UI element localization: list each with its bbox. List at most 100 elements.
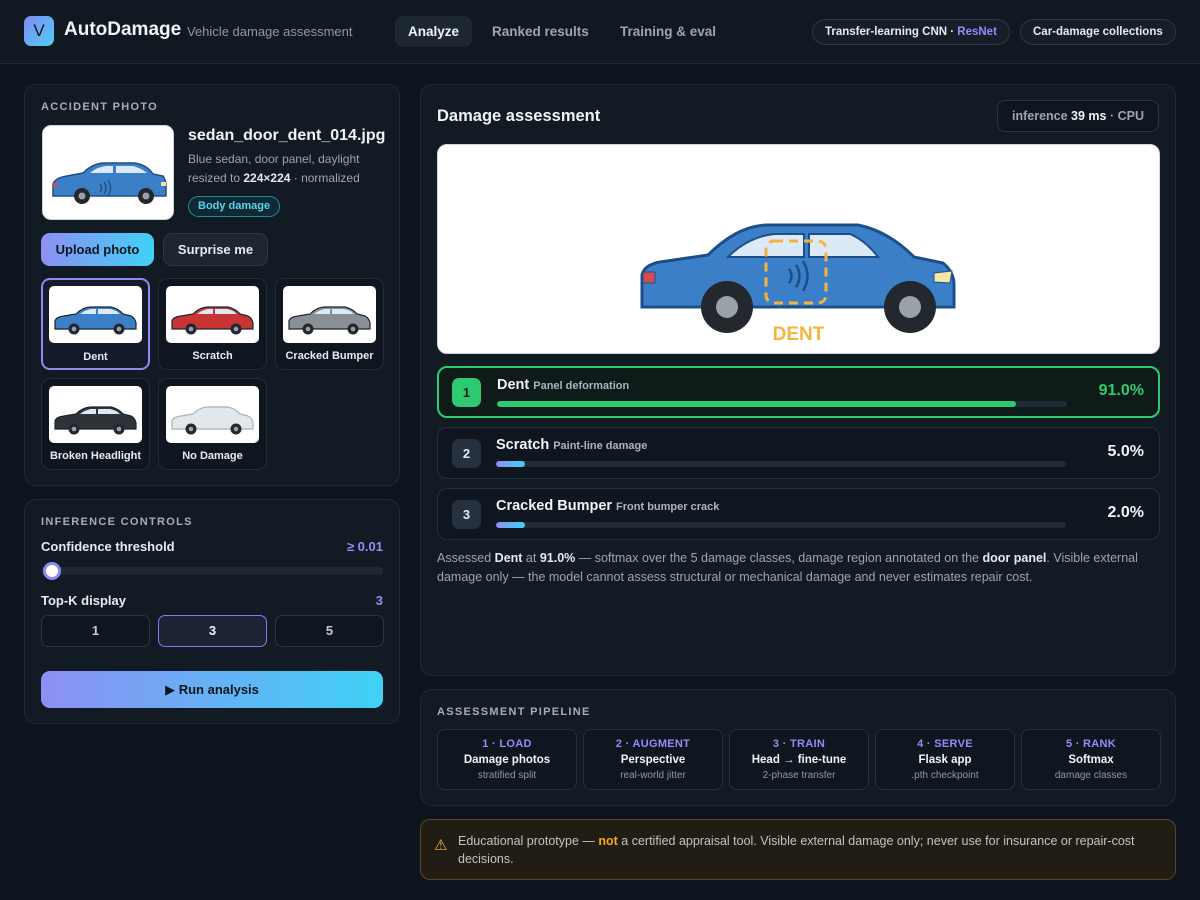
inference-prefix: inference: [1011, 109, 1072, 123]
sample-thumbnail: [49, 386, 142, 443]
sample-photo-scratch[interactable]: Scratch: [158, 278, 267, 370]
nav-ranked-results[interactable]: Ranked results: [479, 16, 602, 47]
result-class: Scratch: [496, 437, 550, 453]
resize-suffix: · normalized: [290, 171, 360, 185]
sample-label: Dent: [83, 351, 108, 363]
step-title: Damage photos: [463, 754, 551, 766]
step-number: 1 · LOAD: [482, 738, 532, 750]
collections-pill[interactable]: Car-damage collections: [1020, 19, 1176, 45]
damage-region-label: DENT: [772, 324, 825, 345]
threshold-label: Confidence threshold: [41, 539, 175, 554]
disclaimer-text: Educational prototype — not a certified …: [458, 832, 1158, 868]
step-subtitle: damage classes: [1054, 770, 1128, 781]
photo-filename: sedan_door_dent_014.jpg: [188, 127, 386, 144]
annotated-car-image: [640, 223, 956, 333]
damage-assessment-panel: Damage assessment inference 39 ms · CPU …: [420, 84, 1176, 676]
step-number: 2 · AUGMENT: [615, 738, 691, 750]
threshold-value: ≥ 0.01: [346, 539, 383, 554]
summary-part: — softmax over the 5 damage classes, dam…: [575, 551, 983, 565]
section-title-pipeline: ASSESSMENT PIPELINE: [437, 706, 591, 718]
pipeline-step-1: 1 · LOAD Damage photos stratified split: [437, 729, 577, 790]
summary-part: Dent: [494, 551, 523, 565]
nav-training-eval[interactable]: Training & eval: [607, 16, 729, 47]
sample-thumbnail: [166, 386, 259, 443]
model-pill[interactable]: Transfer-learning CNN · ResNet: [812, 19, 1010, 45]
summary-part: Assessed: [437, 551, 495, 565]
topk-option-3[interactable]: 3: [158, 615, 267, 647]
result-subtitle: Paint-line damage: [553, 440, 648, 452]
disclaimer-emphasis: not: [598, 834, 618, 848]
sample-label: Cracked Bumper: [285, 350, 374, 362]
step-number: 3 · TRAIN: [772, 738, 826, 750]
confidence-bar-fill: [496, 461, 525, 467]
photo-resize-info: resized to 224×224 · normalized: [188, 171, 360, 185]
sample-car-image: [54, 306, 137, 335]
inference-ms: 39 ms: [1071, 109, 1107, 123]
result-row-scratch[interactable]: 2 Scratch Paint-line damage 5.0%: [437, 427, 1160, 479]
topk-label: Top-K display: [41, 593, 126, 608]
sample-label: Broken Headlight: [49, 450, 142, 462]
step-subtitle: stratified split: [477, 770, 537, 781]
confidence-percent: 2.0%: [1107, 504, 1144, 521]
accident-photo-panel: ACCIDENT PHOTO sedan_door_dent_014.jpg B…: [24, 84, 400, 486]
threshold-slider-track[interactable]: [41, 567, 383, 575]
step-number: 4 · SERVE: [917, 738, 973, 750]
threshold-slider-thumb[interactable]: [43, 562, 62, 580]
confidence-bar: [496, 522, 1066, 528]
sample-photo-broken-headlight[interactable]: Broken Headlight: [41, 378, 150, 470]
result-class: Cracked Bumper: [496, 498, 613, 514]
result-name: Dent Panel deformation: [497, 377, 629, 393]
assessment-pipeline-panel: ASSESSMENT PIPELINE 1 · LOAD Damage photo…: [420, 689, 1176, 806]
confidence-percent: 5.0%: [1107, 443, 1144, 460]
sample-photo-no-damage[interactable]: No Damage: [158, 378, 267, 470]
sample-car-image: [171, 406, 254, 435]
resize-size: 224×224: [243, 171, 291, 185]
surprise-me-button[interactable]: Surprise me: [163, 233, 268, 266]
confidence-bar-fill: [496, 522, 525, 528]
section-title-controls: INFERENCE CONTROLS: [41, 516, 193, 528]
result-row-dent[interactable]: 1 Dent Panel deformation 91.0%: [437, 366, 1160, 418]
rank-badge: 3: [452, 500, 481, 529]
topk-option-5[interactable]: 5: [275, 615, 384, 647]
topk-value: 3: [375, 593, 383, 608]
section-title-photo: ACCIDENT PHOTO: [41, 101, 159, 113]
photo-description: Blue sedan, door panel, daylight: [188, 152, 360, 166]
sample-label: Scratch: [192, 350, 233, 362]
result-row-cracked-bumper[interactable]: 3 Cracked Bumper Front bumper crack 2.0%: [437, 488, 1160, 540]
step-subtitle: real-world jitter: [620, 770, 686, 781]
sample-car-image: [54, 406, 137, 435]
nav-analyze[interactable]: Analyze: [395, 16, 473, 47]
run-analysis-button[interactable]: ▶ Run analysis: [41, 671, 383, 708]
sample-car-image: [171, 306, 254, 335]
pipeline-step-5: 5 · RANK Softmax damage classes: [1021, 729, 1161, 790]
confidence-bar: [497, 401, 1067, 407]
step-title: Flask app: [918, 754, 972, 766]
sample-thumbnail: [49, 286, 142, 343]
topk-option-1[interactable]: 1: [41, 615, 150, 647]
step-number: 5 · RANK: [1065, 738, 1117, 750]
top-bar: V AutoDamage Vehicle damage assessment A…: [0, 0, 1200, 64]
disclaimer-prefix: Educational prototype —: [458, 834, 599, 848]
step-title: Head → fine-tune: [751, 754, 847, 766]
sample-photo-cracked-bumper[interactable]: Cracked Bumper: [275, 278, 384, 370]
summary-part: door panel: [982, 551, 1047, 565]
confidence-bar: [496, 461, 1066, 467]
car-preview-image: [52, 162, 167, 204]
assessment-title: Damage assessment: [437, 107, 601, 125]
model-pill-accent: ResNet: [957, 26, 997, 38]
pipeline-step-3: 3 · TRAIN Head → fine-tune 2-phase transfe…: [729, 729, 869, 790]
summary-part: 91.0%: [539, 551, 576, 565]
result-subtitle: Front bumper crack: [616, 501, 720, 513]
accident-photo-preview: [42, 125, 174, 220]
assessment-summary: Assessed Dent at 91.0% — softmax over th…: [437, 549, 1167, 587]
pipeline-step-4: 4 · SERVE Flask app .pth checkpoint: [875, 729, 1015, 790]
summary-part: at: [522, 551, 540, 565]
sample-thumbnail: [166, 286, 259, 343]
upload-photo-button[interactable]: Upload photo: [41, 233, 154, 266]
result-class: Dent: [497, 377, 530, 393]
sample-label: No Damage: [182, 450, 243, 462]
damage-category-badge: Body damage: [188, 196, 281, 217]
sample-photo-dent[interactable]: Dent: [41, 278, 150, 370]
warning-icon: ⚠: [434, 837, 448, 854]
result-name: Cracked Bumper Front bumper crack: [496, 498, 719, 514]
